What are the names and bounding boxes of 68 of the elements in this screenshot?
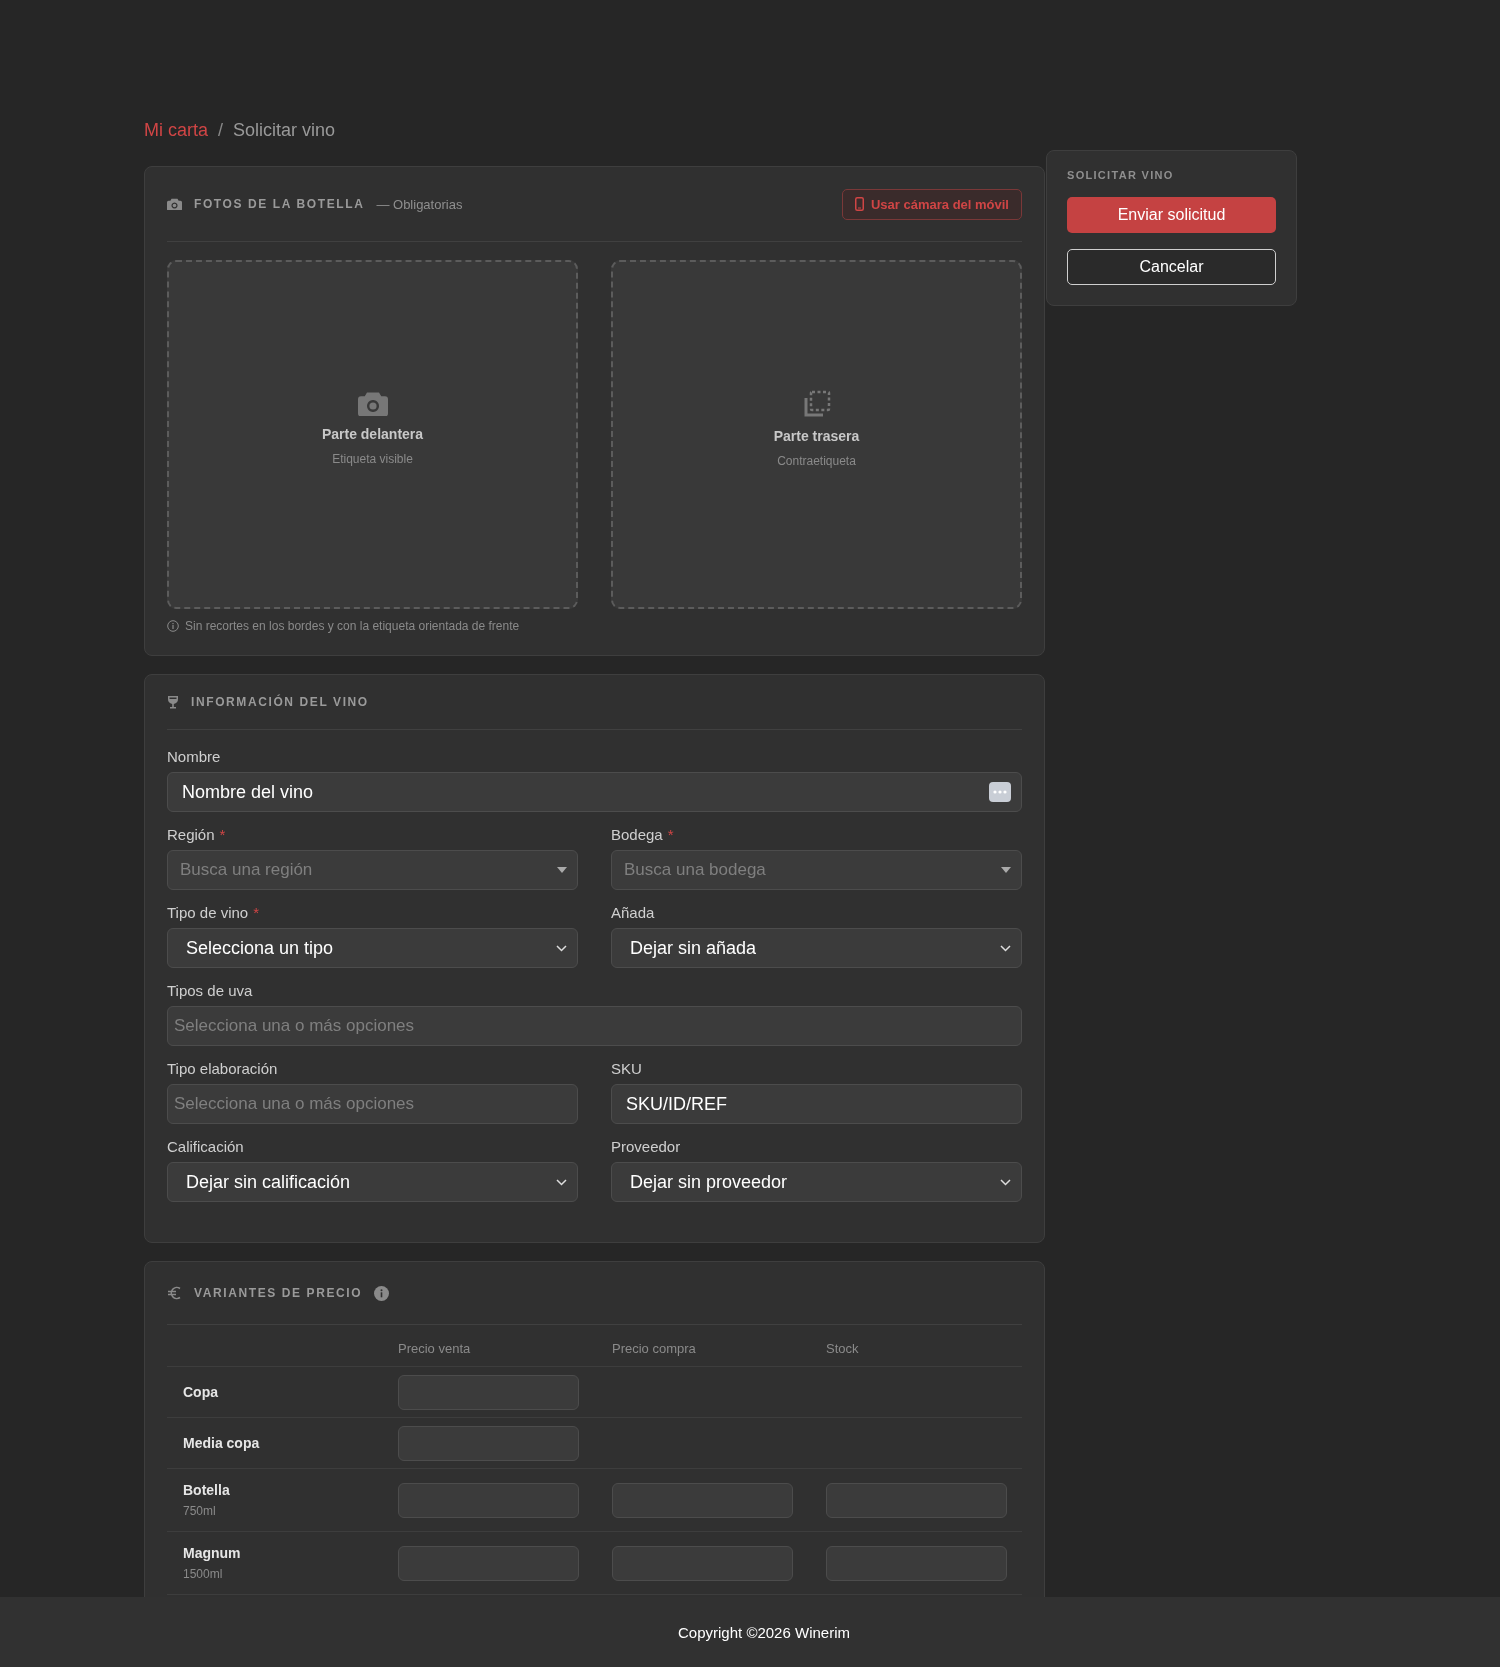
required-mark: * xyxy=(219,826,226,843)
breadcrumb-separator: / xyxy=(218,119,224,141)
cancel-button[interactable]: Cancelar xyxy=(1067,249,1276,285)
ellipsis-icon xyxy=(989,782,1011,802)
variant-size: 1500ml xyxy=(183,1567,224,1581)
column-header: Precio venta xyxy=(398,1341,472,1356)
field-label: Tipo elaboración xyxy=(167,1060,278,1077)
photo-dropzone[interactable]: Parte delantera Etiqueta visible xyxy=(167,260,578,609)
required-mark: * xyxy=(667,826,674,843)
field-label: Proveedor xyxy=(611,1138,681,1155)
crop-icon xyxy=(802,389,831,418)
select-field[interactable]: Dejar sin proveedor xyxy=(611,1162,1022,1202)
info-icon xyxy=(167,620,179,632)
breadcrumb-current: Solicitar vino xyxy=(233,119,336,141)
section-title: FOTOS DE LA BOTELLA xyxy=(194,197,365,211)
price-input[interactable] xyxy=(612,1482,793,1518)
price-input[interactable] xyxy=(612,1545,793,1581)
field-label: Añada xyxy=(611,904,655,921)
variant-name: Media copa xyxy=(183,1435,261,1451)
phone-icon xyxy=(854,197,864,211)
section-title: INFORMACIÓN DEL VINO xyxy=(191,695,369,709)
dropzone-title: Parte trasera xyxy=(773,427,860,444)
info-icon xyxy=(374,1285,390,1301)
field-label: Región xyxy=(167,826,215,843)
camera-icon xyxy=(357,390,388,417)
field-label: Tipo de vino xyxy=(167,904,249,921)
field-label: Tipos de uva xyxy=(167,982,253,999)
section-subtitle: — Obligatorias xyxy=(376,196,463,212)
dropzone-title: Parte delantera xyxy=(321,426,424,443)
section-title: VARIANTES DE PRECIO xyxy=(194,1286,363,1300)
submit-button[interactable]: Enviar solicitud xyxy=(1067,197,1276,233)
wine-glass-icon xyxy=(167,695,179,709)
column-header: Stock xyxy=(826,1341,860,1356)
chevron-icon xyxy=(1000,1178,1011,1186)
price-input[interactable] xyxy=(826,1482,1007,1518)
field-label: SKU xyxy=(611,1060,642,1077)
price-input[interactable] xyxy=(826,1545,1007,1581)
euro-icon xyxy=(167,1286,182,1300)
field-label: Calificación xyxy=(167,1138,244,1155)
variant-name: Botella xyxy=(183,1482,231,1498)
hint-text: Sin recortes en los bordes y con la etiqueta orientada de frente xyxy=(185,619,520,633)
column-header: Precio compra xyxy=(612,1341,697,1356)
copyright-text: Copyright ©2026 Winerim xyxy=(678,1623,850,1641)
select-field[interactable]: Selecciona un tipo xyxy=(167,928,578,968)
variant-name: Magnum xyxy=(183,1545,242,1561)
variant-size: 750ml xyxy=(183,1504,217,1518)
text-field[interactable]: Nombre del vino xyxy=(167,772,1022,812)
price-input[interactable] xyxy=(398,1545,579,1581)
price-input[interactable] xyxy=(398,1374,579,1410)
photo-dropzone[interactable]: Parte trasera Contraetiqueta xyxy=(611,260,1022,609)
sidebar-title: SOLICITAR VINO xyxy=(1067,169,1175,181)
select-field[interactable]: Dejar sin añada xyxy=(611,928,1022,968)
field-label: Nombre xyxy=(167,748,221,765)
caret-icon xyxy=(557,867,567,873)
price-input[interactable] xyxy=(398,1482,579,1518)
variant-name: Copa xyxy=(183,1384,219,1400)
dropzone-hint: Contraetiqueta xyxy=(777,453,856,468)
dropzone-hint: Etiqueta visible xyxy=(332,452,413,467)
caret-icon xyxy=(1001,867,1011,873)
select-field[interactable]: Dejar sin calificación xyxy=(167,1162,578,1202)
required-mark: * xyxy=(253,904,259,921)
field-label: Bodega xyxy=(611,826,663,843)
camera-icon xyxy=(167,197,182,211)
chevron-icon xyxy=(1000,944,1011,952)
price-input[interactable] xyxy=(398,1425,579,1461)
text-field[interactable]: SKU/ID/REF xyxy=(611,1084,1022,1124)
chevron-icon xyxy=(556,1178,567,1186)
chevron-icon xyxy=(556,944,567,952)
